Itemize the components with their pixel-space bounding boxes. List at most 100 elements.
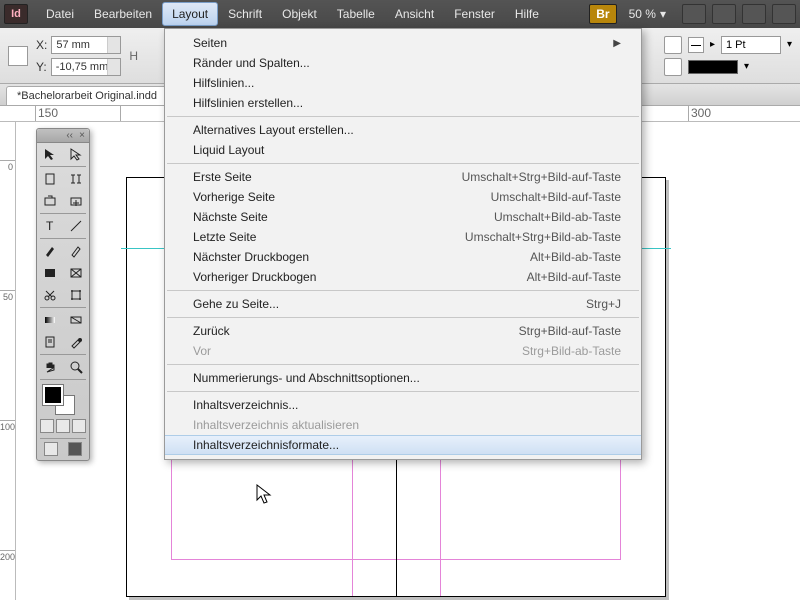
pen-tool-icon[interactable] bbox=[37, 240, 63, 262]
fill-swatch-icon[interactable] bbox=[664, 58, 682, 76]
menuitem-r-nder-und-spalten[interactable]: Ränder und Spalten... bbox=[165, 53, 641, 73]
close-icon[interactable]: × bbox=[79, 130, 85, 141]
gap-tool-icon[interactable] bbox=[63, 168, 89, 190]
menu-objekt[interactable]: Objekt bbox=[272, 2, 327, 26]
pencil-tool-icon[interactable] bbox=[63, 240, 89, 262]
menu-bearbeiten[interactable]: Bearbeiten bbox=[84, 2, 162, 26]
menu-hilfe[interactable]: Hilfe bbox=[505, 2, 549, 26]
menuitem-alternatives-layout-erstellen[interactable]: Alternatives Layout erstellen... bbox=[165, 120, 641, 140]
reference-point-icon[interactable] bbox=[8, 46, 28, 66]
view-mode-row bbox=[37, 440, 89, 460]
menuitem-shortcut: Strg+Bild-auf-Taste bbox=[519, 324, 621, 338]
rectangle-tool-icon[interactable] bbox=[37, 262, 63, 284]
menuitem-shortcut: Umschalt+Strg+Bild-auf-Taste bbox=[462, 170, 621, 184]
menu-fenster[interactable]: Fenster bbox=[444, 2, 505, 26]
menuitem-label: Zurück bbox=[193, 324, 230, 338]
menuitem-vorherige-seite[interactable]: Vorherige SeiteUmschalt+Bild-auf-Taste bbox=[165, 187, 641, 207]
menuitem-label: Nächster Druckbogen bbox=[193, 250, 309, 264]
eyedropper-tool-icon[interactable] bbox=[63, 331, 89, 353]
h-label: H bbox=[129, 49, 138, 63]
view-normal-icon[interactable] bbox=[44, 442, 58, 456]
menuitem-liquid-layout[interactable]: Liquid Layout bbox=[165, 140, 641, 160]
menuitem-erste-seite[interactable]: Erste Seite Umschalt+Strg+Bild-auf-Taste bbox=[165, 167, 641, 187]
menu-schrift[interactable]: Schrift bbox=[218, 2, 272, 26]
menuitem-shortcut: Alt+Bild-ab-Taste bbox=[530, 250, 621, 264]
apply-mode-a-icon[interactable] bbox=[40, 419, 54, 433]
fill-stroke-swatch[interactable] bbox=[41, 383, 85, 415]
free-transform-tool-icon[interactable] bbox=[63, 284, 89, 306]
menuitem-label: Erste Seite bbox=[193, 170, 252, 184]
gradient-feather-tool-icon[interactable] bbox=[63, 309, 89, 331]
menuitem-zur-ck[interactable]: Zurück Strg+Bild-auf-Taste bbox=[165, 321, 641, 341]
direct-selection-tool-icon[interactable] bbox=[63, 143, 89, 165]
menuitem-seiten[interactable]: Seiten▶ bbox=[165, 33, 641, 53]
view-option-a-icon[interactable] bbox=[682, 4, 706, 24]
menuitem-shortcut: Umschalt+Bild-auf-Taste bbox=[491, 190, 621, 204]
view-preview-icon[interactable] bbox=[68, 442, 82, 456]
menuitem-label: Vorheriger Druckbogen bbox=[193, 270, 316, 284]
collapse-icon[interactable]: ‹‹ bbox=[66, 130, 73, 141]
zoom-level-field[interactable]: 50 %▾ bbox=[629, 7, 666, 21]
menu-bar: Id DateiBearbeitenLayoutSchriftObjektTab… bbox=[0, 0, 800, 28]
selection-tool-icon[interactable] bbox=[37, 143, 63, 165]
y-field[interactable]: -10,75 mm bbox=[51, 58, 121, 76]
type-tool-icon[interactable]: T bbox=[37, 215, 63, 237]
apply-mode-b-icon[interactable] bbox=[56, 419, 70, 433]
solid-line-icon[interactable] bbox=[688, 37, 704, 53]
scissors-tool-icon[interactable] bbox=[37, 284, 63, 306]
color-mode-row bbox=[37, 417, 89, 437]
page-tool-icon[interactable] bbox=[37, 168, 63, 190]
menuitem-hilfslinien-erstellen[interactable]: Hilfslinien erstellen... bbox=[165, 93, 641, 113]
stroke-swatch-icon[interactable] bbox=[664, 36, 682, 54]
rect-frame-tool-icon[interactable] bbox=[63, 262, 89, 284]
menuitem-label: Vor bbox=[193, 344, 211, 358]
note-tool-icon[interactable] bbox=[37, 331, 63, 353]
menuitem-inhaltsverzeichnisformate[interactable]: Inhaltsverzeichnisformate... bbox=[165, 435, 641, 455]
toolbox-header[interactable]: ‹‹ × bbox=[37, 129, 89, 143]
layout-menu-dropdown: Seiten▶ Ränder und Spalten... Hilfslinien.… bbox=[164, 28, 642, 460]
menuitem-label: Hilfslinien erstellen... bbox=[193, 96, 303, 110]
menuitem-label: Inhaltsverzeichnisformate... bbox=[193, 438, 339, 452]
content-collector-tool-icon[interactable] bbox=[37, 190, 63, 212]
menu-datei[interactable]: Datei bbox=[36, 2, 84, 26]
svg-text:T: T bbox=[46, 219, 54, 233]
bridge-button[interactable]: Br bbox=[589, 4, 616, 24]
apply-mode-c-icon[interactable] bbox=[72, 419, 86, 433]
menuitem-vor: Vor Strg+Bild-ab-Taste bbox=[165, 341, 641, 361]
app-icon: Id bbox=[4, 4, 28, 24]
line-tool-icon[interactable] bbox=[63, 215, 89, 237]
menuitem-nummerierungs-und-abschnittsoptionen[interactable]: Nummerierungs- und Abschnittsoptionen... bbox=[165, 368, 641, 388]
color-swatch-black[interactable] bbox=[688, 60, 738, 74]
menuitem-label: Seiten bbox=[193, 36, 227, 50]
zoom-tool-icon[interactable] bbox=[63, 356, 89, 378]
menu-layout[interactable]: Layout bbox=[162, 2, 218, 26]
menuitem-inhaltsverzeichnis[interactable]: Inhaltsverzeichnis... bbox=[165, 395, 641, 415]
menuitem-shortcut: Strg+Bild-ab-Taste bbox=[522, 344, 621, 358]
stroke-weight-field[interactable]: 1 Pt bbox=[721, 36, 781, 54]
screen-mode-icon[interactable] bbox=[742, 4, 766, 24]
hand-tool-icon[interactable] bbox=[37, 356, 63, 378]
menu-ansicht[interactable]: Ansicht bbox=[385, 2, 444, 26]
menuitem-n-chste-seite[interactable]: Nächste SeiteUmschalt+Bild-ab-Taste bbox=[165, 207, 641, 227]
menu-tabelle[interactable]: Tabelle bbox=[327, 2, 385, 26]
y-label: Y: bbox=[36, 60, 47, 74]
x-field[interactable]: 57 mm bbox=[51, 36, 121, 54]
x-label: X: bbox=[36, 38, 47, 52]
view-option-b-icon[interactable] bbox=[712, 4, 736, 24]
menuitem-gehe-zu-seite[interactable]: Gehe zu Seite...Strg+J bbox=[165, 294, 641, 314]
menuitem-vorheriger-druckbogen[interactable]: Vorheriger Druckbogen Alt+Bild-auf-Taste bbox=[165, 267, 641, 287]
content-placer-tool-icon[interactable] bbox=[63, 190, 89, 212]
menuitem-shortcut: Alt+Bild-auf-Taste bbox=[527, 270, 621, 284]
vertical-ruler: 050100200 bbox=[0, 122, 16, 600]
menuitem-label: Alternatives Layout erstellen... bbox=[193, 123, 354, 137]
document-tab[interactable]: *Bachelorarbeit Original.indd bbox=[6, 86, 168, 105]
arrange-icon[interactable] bbox=[772, 4, 796, 24]
menuitem-hilfslinien[interactable]: Hilfslinien... bbox=[165, 73, 641, 93]
menuitem-label: Nummerierungs- und Abschnittsoptionen... bbox=[193, 371, 420, 385]
menuitem-n-chster-druckbogen[interactable]: Nächster Druckbogen Alt+Bild-ab-Taste bbox=[165, 247, 641, 267]
menuitem-label: Ränder und Spalten... bbox=[193, 56, 310, 70]
menuitem-label: Inhaltsverzeichnis aktualisieren bbox=[193, 418, 359, 432]
gradient-swatch-tool-icon[interactable] bbox=[37, 309, 63, 331]
menuitem-letzte-seite[interactable]: Letzte SeiteUmschalt+Strg+Bild-ab-Taste bbox=[165, 227, 641, 247]
menuitem-shortcut: Umschalt+Bild-ab-Taste bbox=[494, 210, 621, 224]
